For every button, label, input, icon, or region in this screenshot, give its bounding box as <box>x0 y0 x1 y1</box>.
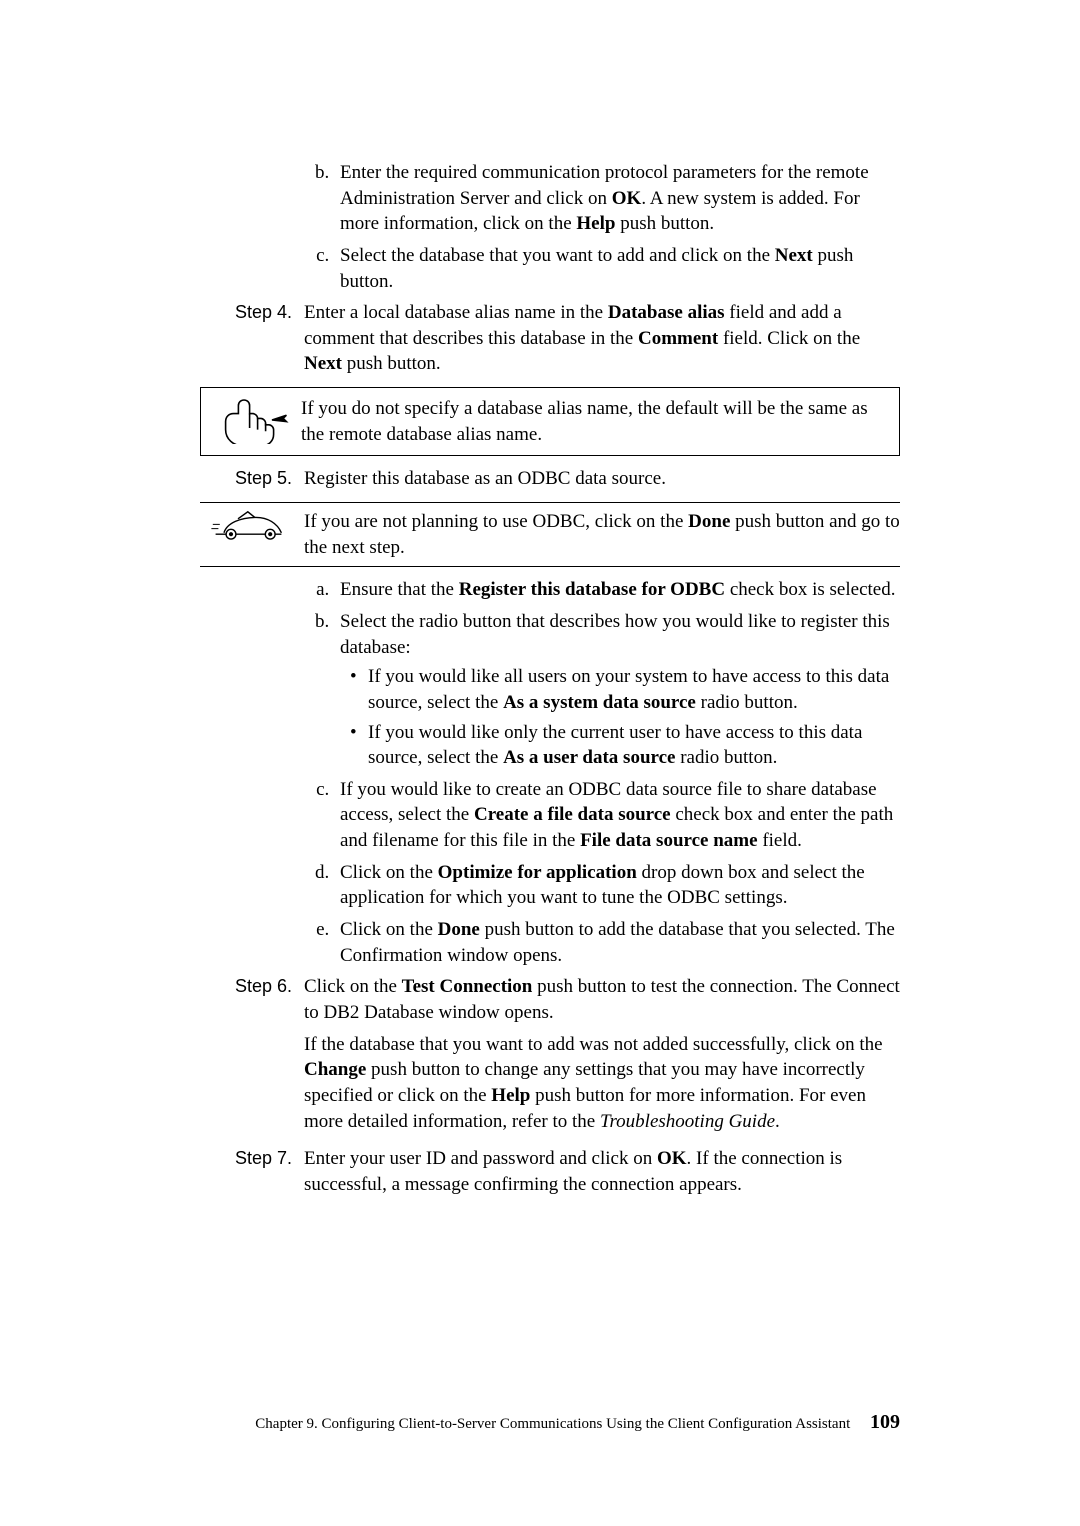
step-body: Click on the Test Connection push button… <box>304 974 900 1140</box>
step-5b-bullet-1: If you would like all users on your syst… <box>368 664 900 715</box>
step-5a: Ensure that the Register this database f… <box>334 577 900 603</box>
step-label: Step 7. <box>200 1146 304 1197</box>
hand-pointing-icon <box>211 396 301 444</box>
page: Enter the required communication protoco… <box>0 0 1080 1526</box>
step-label: Step 4. <box>200 300 304 377</box>
rule-note: If you are not planning to use ODBC, cli… <box>200 502 900 567</box>
rule-text: If you are not planning to use ODBC, cli… <box>304 509 900 560</box>
step-label: Step 6. <box>200 974 304 1140</box>
step-5: Step 5. Register this database as an ODB… <box>200 466 900 492</box>
page-footer: Chapter 9. Configuring Client-to-Server … <box>200 1409 900 1436</box>
step-6: Step 6. Click on the Test Connection pus… <box>200 974 900 1140</box>
step-5b-bullet-2: If you would like only the current user … <box>368 720 900 771</box>
step-5d: Click on the Optimize for application dr… <box>334 860 900 911</box>
page-number: 109 <box>870 1411 900 1433</box>
step-body: Enter a local database alias name in the… <box>304 300 900 377</box>
step-5-list: Ensure that the Register this database f… <box>304 577 900 968</box>
footer-chapter: Chapter 9. Configuring Client-to-Server … <box>255 1416 850 1432</box>
step-body: Register this database as an ODBC data s… <box>304 466 900 492</box>
step-label: Step 5. <box>200 466 304 492</box>
step-7: Step 7. Enter your user ID and password … <box>200 1146 900 1197</box>
step-body: Enter your user ID and password and clic… <box>304 1146 900 1197</box>
prev-step-sublist: Enter the required communication protoco… <box>304 160 900 294</box>
substep-b: Enter the required communication protoco… <box>334 160 900 237</box>
step-5c: If you would like to create an ODBC data… <box>334 777 900 854</box>
step-4: Step 4. Enter a local database alias nam… <box>200 300 900 377</box>
note-box: If you do not specify a database alias n… <box>200 387 900 456</box>
step-5b-lead: Select the radio button that describes h… <box>340 609 900 660</box>
step-5b: Select the radio button that describes h… <box>334 609 900 771</box>
step-5e: Click on the Done push button to add the… <box>334 917 900 968</box>
substep-c: Select the database that you want to add… <box>334 243 900 294</box>
race-car-icon <box>200 509 304 544</box>
note-text: If you do not specify a database alias n… <box>301 396 885 447</box>
